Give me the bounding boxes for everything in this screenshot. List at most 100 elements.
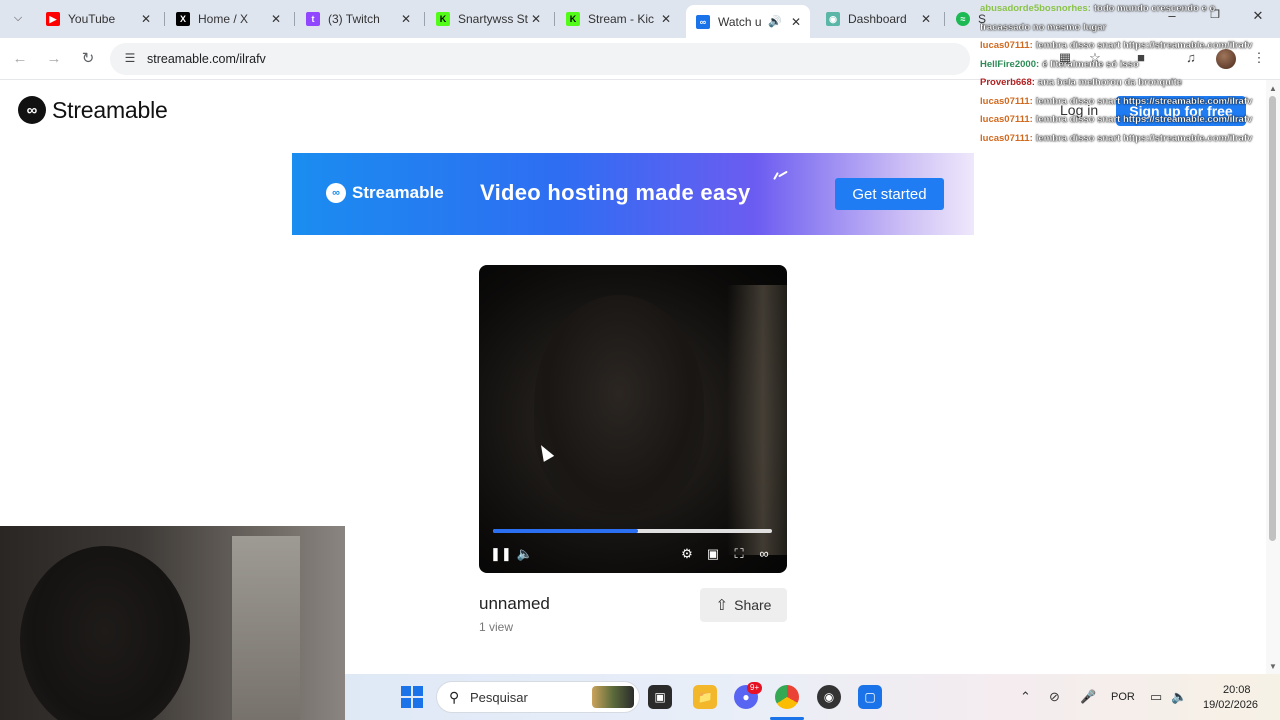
pause-icon[interactable]: ❚❚ [490,545,512,563]
chat-text: fracassado no mesmo lugar [980,21,1107,33]
get-started-button[interactable]: Get started [835,178,944,210]
notification-badge: 9+ [747,682,763,694]
x-icon: X [176,12,190,26]
streamable-logo-icon: ∞ [18,96,46,124]
tab-label: YouTube [68,12,116,26]
webcam-background-shelf [230,536,300,720]
share-button[interactable]: ⇧ Share [700,588,787,622]
kick-icon: K [566,12,580,26]
close-icon[interactable]: ✕ [528,12,544,26]
forward-arrow-icon[interactable]: → [44,49,64,69]
chat-text: lembra disso snart https://streamable.co… [1035,132,1253,144]
chat-message: abusadorde5bosnorhes: todo mundo crescend… [980,0,1270,19]
search-icon: ⚲ [449,689,460,705]
tab-dashboard[interactable]: ◉ Dashboard ✕ [816,5,940,33]
speaker-icon[interactable]: 🔊 [768,15,782,28]
video-frame-light [727,285,787,555]
spotify-icon: ≈ [956,12,970,26]
task-view-icon[interactable]: ▣ [648,685,672,709]
microphone-icon[interactable]: 🎤 [1080,689,1096,705]
dashboard-icon: ◉ [826,12,840,26]
youtube-icon: ▶ [46,12,60,26]
chat-message: Proverb668: ana bela melhorou da bronquit… [980,74,1270,93]
chat-message: HellFire2000: é literalmente só isso [980,56,1270,75]
tab-separator [424,12,425,26]
tab-kick-2[interactable]: K Stream - Kic ✕ [556,5,680,33]
chat-text: todo mundo crescendo e o [1093,3,1216,14]
monitor-icon[interactable]: ▭ [1150,689,1162,705]
banner-logo: ∞ Streamable [326,183,444,203]
ad-banner[interactable]: ∞ Streamable Video hosting made easy Get… [292,153,974,235]
obs-icon[interactable]: ◉ [817,685,841,709]
chat-text: lembra disso snart https://streamable.co… [1035,40,1253,51]
show-hidden-icons-chevron-icon[interactable]: ⌃ [1020,689,1031,705]
picture-in-picture-icon[interactable]: ▣ [704,545,722,563]
taskbar-search-box[interactable]: ⚲ Pesquisar [436,681,640,713]
network-off-icon[interactable]: ⊘ [1049,689,1060,705]
banner-brand: Streamable [352,183,444,202]
streamable-logo[interactable]: ∞ Streamable [18,96,168,124]
streamable-watermark-icon[interactable]: ∞ [755,545,773,563]
webcam-overlay [0,526,345,720]
close-icon[interactable]: ✕ [788,15,804,29]
close-icon[interactable]: ✕ [268,12,284,26]
input-language-indicator[interactable]: POR [1111,691,1135,703]
settings-gear-icon[interactable]: ⚙ [678,545,696,563]
app-icon[interactable]: ▢ [858,685,882,709]
chat-text: lembra disso snart https://streamable.co… [1035,95,1253,107]
reload-icon[interactable]: ↻ [78,49,98,69]
streamable-logo-icon: ∞ [326,183,346,203]
fullscreen-icon[interactable]: ⛶ [730,545,748,563]
scrollbar-thumb[interactable] [1269,96,1276,541]
close-icon[interactable]: ✕ [918,12,934,26]
tab-separator [554,12,555,26]
video-progress-fill [493,529,639,533]
back-arrow-icon[interactable]: ← [10,49,30,69]
file-explorer-icon[interactable]: 📁 [693,685,717,709]
chat-username: HellFire2000: [980,58,1040,70]
clock-date[interactable]: 19/02/2026 [1203,699,1258,711]
chat-username: lucas07111: [980,132,1033,144]
windows-start-icon[interactable] [401,686,423,708]
chat-username: Proverb668: [980,77,1035,88]
page-scrollbar[interactable]: ▲ ▼ [1266,80,1280,674]
windows-taskbar: ⚲ Pesquisar ▣ 📁 ● 9+ ◉ ▢ ⌃ ⊘ 🎤 POR ▭ 🔈 2… [345,674,1280,720]
clock-time[interactable]: 20:08 [1223,684,1251,696]
scroll-down-arrow-icon[interactable]: ▼ [1268,662,1278,671]
tab-label: Snartywss St [458,12,528,26]
video-player[interactable]: ❚❚ 🔈 ⚙ ▣ ⛶ ∞ [479,265,787,573]
tab-youtube[interactable]: ▶ YouTube ✕ [36,5,160,33]
chat-username: lucas07111: [980,40,1033,51]
chat-message: lucas07111: lembra disso snart https://st… [980,93,1270,112]
volume-icon[interactable]: 🔈 [516,545,534,563]
tab-label: Home / X [198,12,249,26]
close-icon[interactable]: ✕ [398,12,414,26]
site-settings-icon[interactable]: ☰ [122,51,138,67]
video-view-count: 1 view [479,620,514,634]
close-icon[interactable]: ✕ [138,12,154,26]
close-icon[interactable]: ✕ [658,12,674,26]
video-frame-subject [534,295,704,515]
url-text[interactable]: streamable.com/ilrafv [147,52,266,66]
tab-twitch[interactable]: t (3) Twitch ✕ [296,5,420,33]
video-title: unnamed [479,594,550,613]
chat-text: ana bela melhorou da bronquite [1037,77,1183,88]
chat-message: lucas07111: lembra disso snart https://st… [980,111,1270,130]
twitch-icon: t [306,12,320,26]
address-bar[interactable]: ☰ streamable.com/ilrafv [110,43,970,75]
volume-tray-icon[interactable]: 🔈 [1171,689,1187,705]
chat-username: abusadorde5bosnorhes: [980,3,1091,14]
search-highlight-image [592,686,634,708]
tab-x[interactable]: X Home / X ✕ [166,5,290,33]
webcam-person [20,546,190,720]
chrome-icon[interactable] [775,685,799,709]
chat-message: fracassado no mesmo lugar [980,19,1270,38]
tab-kick-1[interactable]: K Snartywss St ✕ [426,5,550,33]
tab-search-dropdown-icon[interactable]: ⌵ [8,8,28,28]
tab-separator [164,12,165,26]
tab-separator [944,12,945,26]
streamable-icon: ∞ [696,14,710,29]
tab-label: Watch u [718,14,762,29]
tab-streamable[interactable]: ∞ Watch u 🔊 ✕ [686,5,810,38]
video-progress-bar[interactable] [493,529,772,533]
